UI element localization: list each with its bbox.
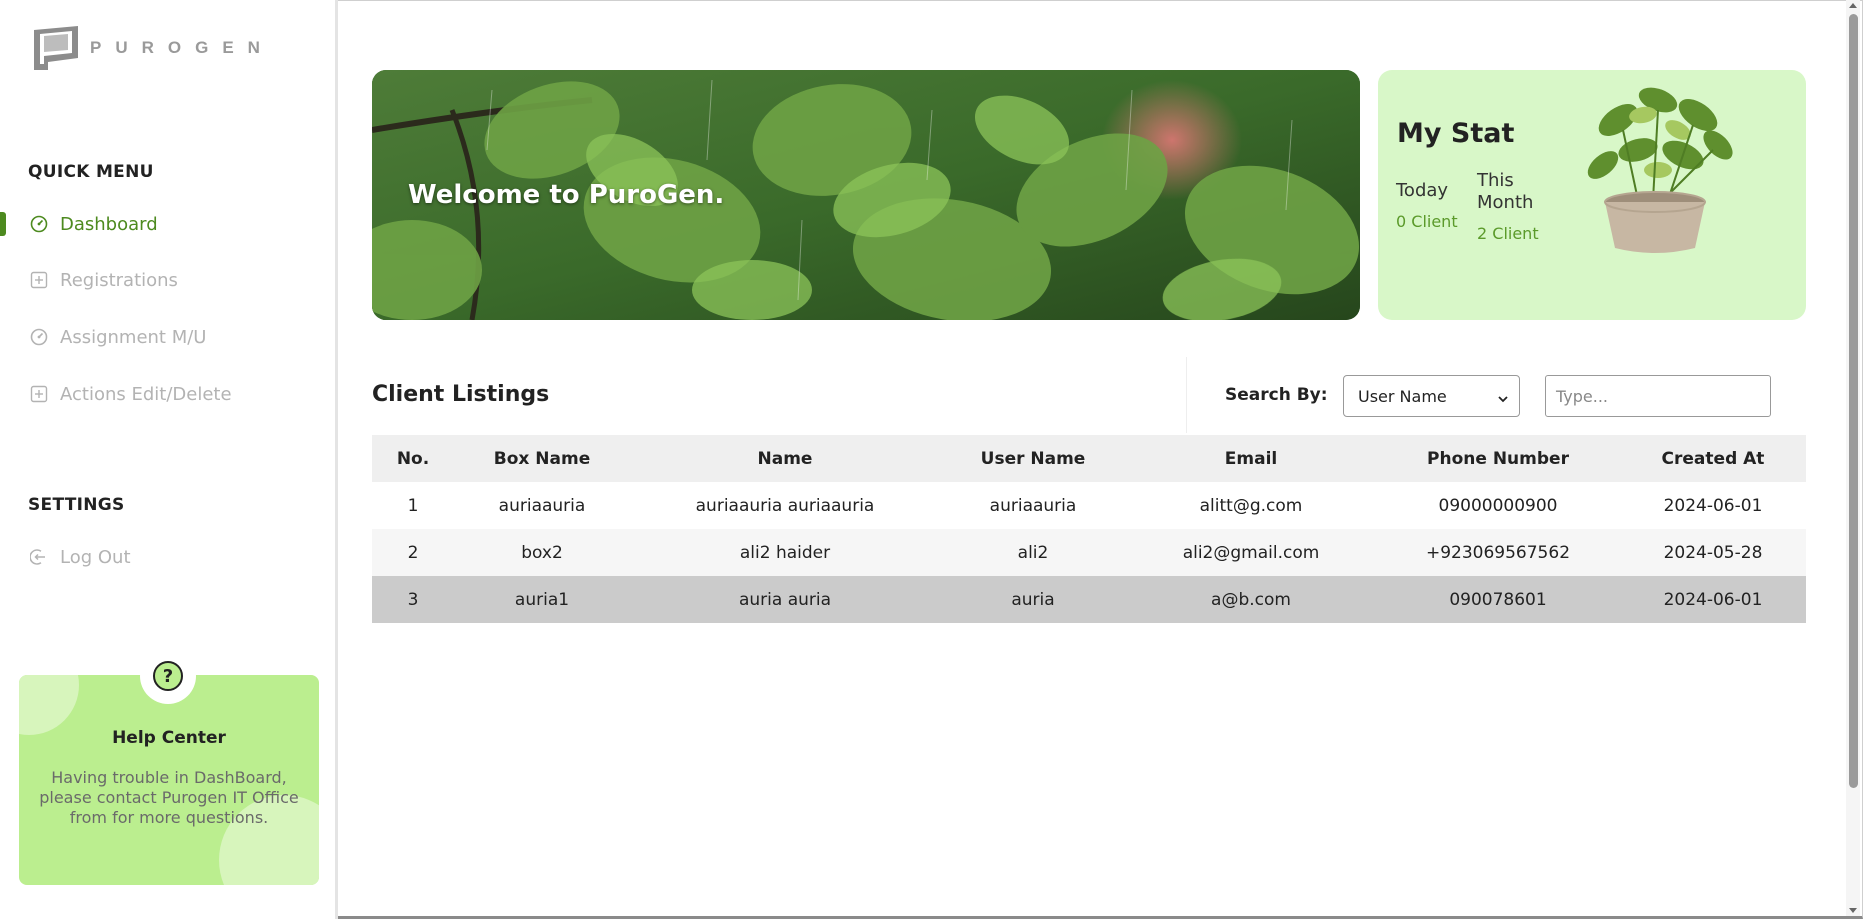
cell-name: auria auria	[630, 576, 940, 623]
sidebar-item-label: Registrations	[60, 269, 178, 291]
stat-title: My Stat	[1397, 118, 1515, 149]
cell-no: 2	[372, 529, 454, 576]
cell-user-name: ali2	[940, 529, 1126, 576]
welcome-title: Welcome to PuroGen.	[408, 180, 725, 210]
active-indicator	[0, 212, 6, 236]
table-row[interactable]: 1 auriaauria auriaauria auriaauria auria…	[372, 482, 1806, 529]
search-panel: Search By: User Name Type...	[1186, 357, 1806, 433]
stat-month: This Month 2 Client	[1477, 170, 1547, 243]
purogen-logo[interactable]: PUROGEN	[30, 24, 274, 72]
header-created-at: Created At	[1620, 435, 1806, 482]
plus-square-icon	[30, 271, 48, 289]
sidebar-item-label: Actions Edit/Delete	[60, 383, 232, 405]
help-center-card: Help Center Having trouble in DashBoard,…	[19, 675, 319, 885]
logo-text: PUROGEN	[90, 38, 274, 57]
search-placeholder: Type...	[1556, 386, 1609, 406]
scroll-up-icon[interactable]	[1849, 3, 1857, 8]
help-title: Help Center	[112, 728, 226, 748]
dashboard-icon	[30, 215, 48, 233]
header-name: Name	[630, 435, 940, 482]
logout-button[interactable]: Log Out	[0, 537, 330, 577]
cell-phone: +923069567562	[1376, 529, 1620, 576]
stat-today: Today 0 Client	[1396, 180, 1458, 231]
decor-circle	[19, 675, 79, 735]
logout-label: Log Out	[60, 546, 131, 568]
sidebar-item-dashboard[interactable]: Dashboard	[0, 204, 330, 244]
sidebar-item-assignment[interactable]: Assignment M/U	[0, 317, 330, 357]
scrollbar-thumb[interactable]	[1849, 14, 1858, 788]
stat-today-value: 0 Client	[1396, 212, 1458, 231]
settings-title: SETTINGS	[28, 495, 125, 515]
dashboard-icon	[30, 328, 48, 346]
sidebar-item-registrations[interactable]: Registrations	[0, 260, 330, 300]
cell-user-name: auria	[940, 576, 1126, 623]
potted-plant-image	[1587, 87, 1733, 253]
cell-created-at: 2024-06-01	[1620, 482, 1806, 529]
search-by-label: Search By:	[1225, 385, 1328, 405]
sidebar-item-actions[interactable]: Actions Edit/Delete	[0, 374, 330, 414]
sidebar-item-label: Dashboard	[60, 213, 158, 235]
cell-box-name: auria1	[454, 576, 630, 623]
cell-created-at: 2024-05-28	[1620, 529, 1806, 576]
sidebar-item-label: Assignment M/U	[60, 326, 207, 348]
header-user-name: User Name	[940, 435, 1126, 482]
question-icon: ?	[153, 661, 183, 691]
table-header-row: No. Box Name Name User Name Email Phone …	[372, 435, 1806, 482]
logo-mark-icon	[30, 24, 82, 72]
sidebar: PUROGEN QUICK MENU Dashboard Registratio…	[0, 0, 338, 919]
header-email: Email	[1126, 435, 1376, 482]
table-row[interactable]: 3 auria1 auria auria auria a@b.com 09007…	[372, 576, 1806, 623]
vertical-scrollbar[interactable]	[1846, 0, 1860, 916]
help-text: Having trouble in DashBoard, please cont…	[39, 768, 299, 827]
cell-no: 1	[372, 482, 454, 529]
stat-month-value: 2 Client	[1477, 224, 1539, 243]
cell-phone: 090078601	[1376, 576, 1620, 623]
my-stat-card: My Stat Today 0 Client This Month 2 Clie…	[1378, 70, 1806, 320]
logout-icon	[30, 548, 48, 566]
search-by-select[interactable]: User Name	[1343, 375, 1520, 417]
cell-email: alitt@g.com	[1126, 482, 1376, 529]
cell-email: ali2@gmail.com	[1126, 529, 1376, 576]
cell-phone: 09000000900	[1376, 482, 1620, 529]
welcome-banner: Welcome to PuroGen.	[372, 70, 1360, 320]
header-no: No.	[372, 435, 454, 482]
search-select-value: User Name	[1358, 386, 1447, 406]
plus-square-icon	[30, 385, 48, 403]
table-row[interactable]: 2 box2 ali2 haider ali2 ali2@gmail.com +…	[372, 529, 1806, 576]
cell-user-name: auriaauria	[940, 482, 1126, 529]
stat-today-label: Today	[1396, 180, 1449, 201]
scroll-down-icon[interactable]	[1849, 908, 1857, 913]
quick-menu-title: QUICK MENU	[28, 162, 154, 182]
header-box-name: Box Name	[454, 435, 630, 482]
cell-name: ali2 haider	[630, 529, 940, 576]
cell-name: auriaauria auriaauria	[630, 482, 940, 529]
help-badge: ?	[140, 648, 196, 704]
cell-box-name: box2	[454, 529, 630, 576]
cell-no: 3	[372, 576, 454, 623]
client-listings-title: Client Listings	[372, 382, 550, 407]
stat-month-label: This Month	[1477, 170, 1534, 213]
cell-created-at: 2024-06-01	[1620, 576, 1806, 623]
chevron-down-icon	[1497, 390, 1509, 409]
search-input[interactable]: Type...	[1545, 375, 1771, 417]
client-table: No. Box Name Name User Name Email Phone …	[372, 435, 1806, 623]
cell-email: a@b.com	[1126, 576, 1376, 623]
header-phone: Phone Number	[1376, 435, 1620, 482]
cell-box-name: auriaauria	[454, 482, 630, 529]
